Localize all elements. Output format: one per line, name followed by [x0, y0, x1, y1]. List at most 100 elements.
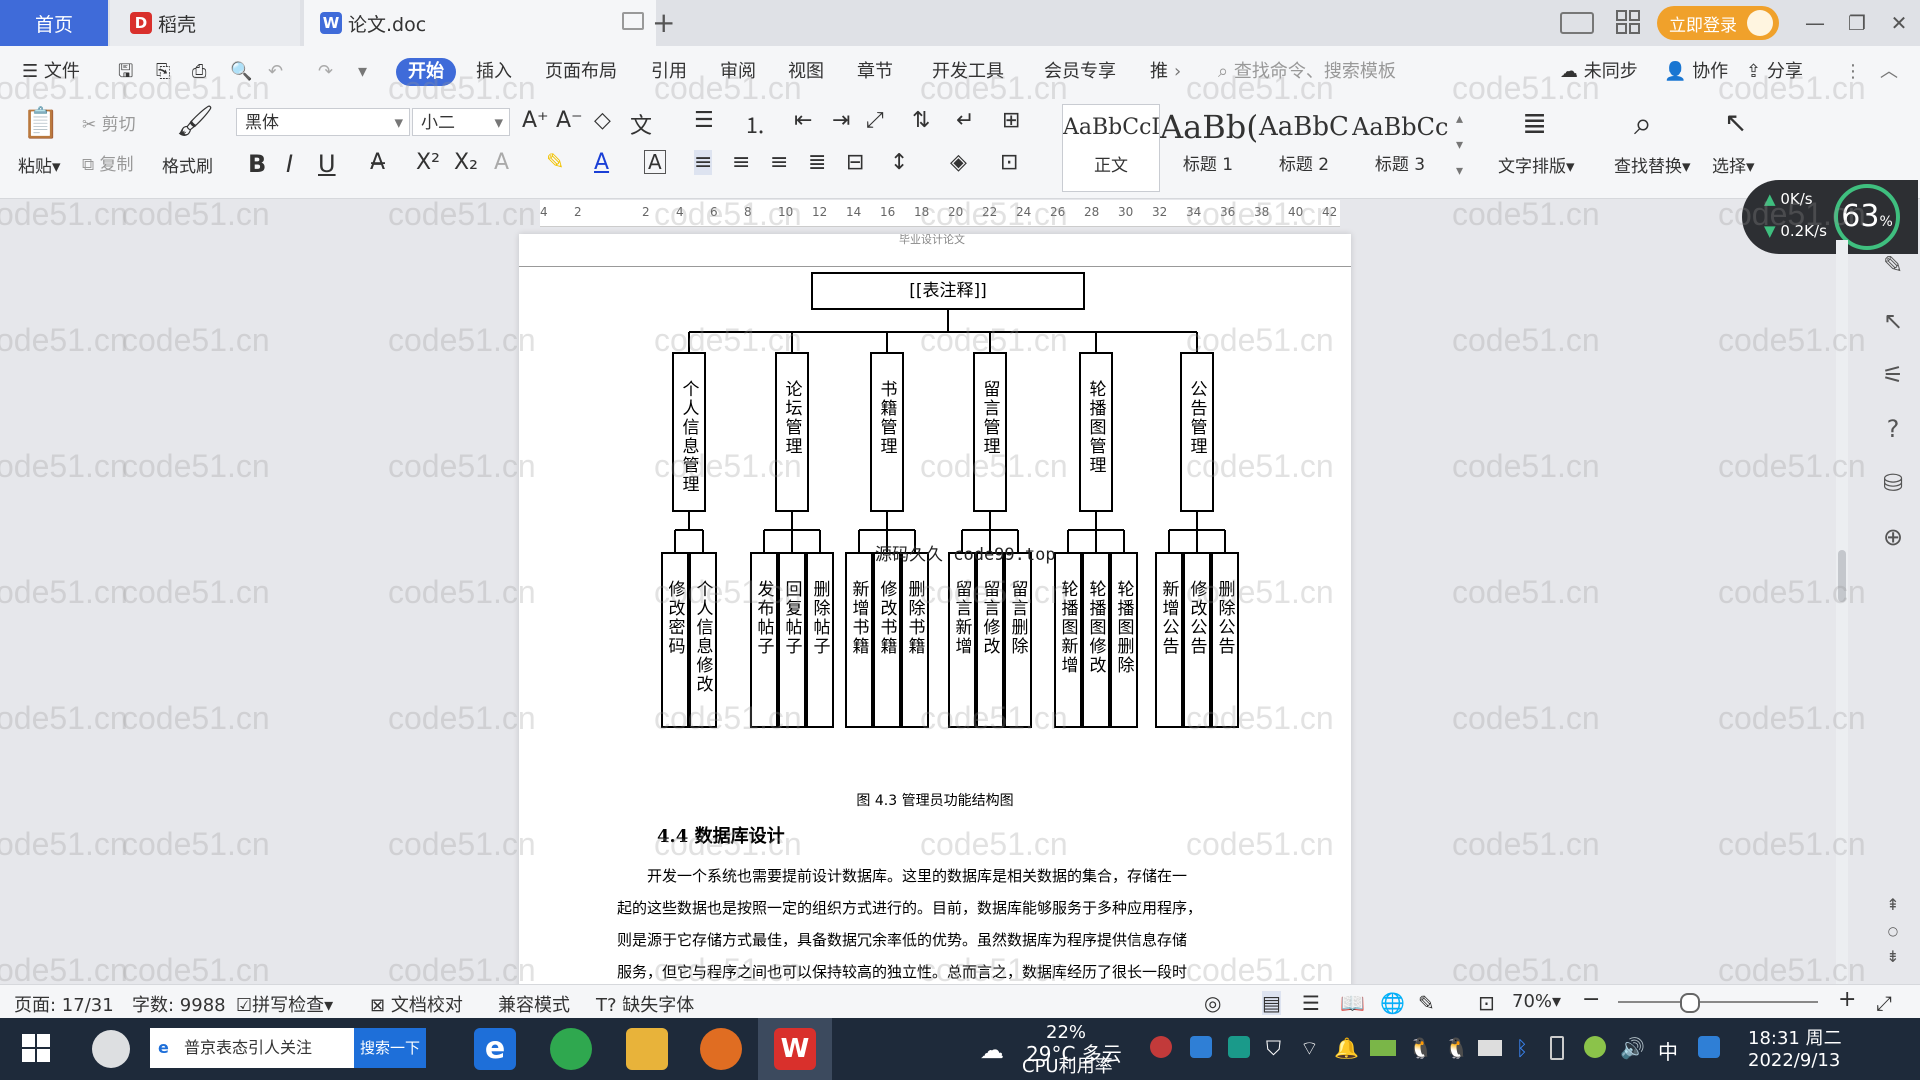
watermark-text: code51.cn — [122, 574, 270, 610]
watermark-text: code51.cn — [920, 196, 1068, 232]
watermark-text: code51.cn — [122, 196, 270, 232]
watermark-text: code51.cn — [920, 700, 1068, 736]
watermark-text: code51.cn — [388, 574, 536, 610]
watermark-text: code51.cn — [122, 700, 270, 736]
page-view-icon[interactable]: ▤ — [1262, 991, 1281, 1015]
clock-date[interactable]: 2022/9/13 — [1748, 1050, 1840, 1071]
watermark-text: code51.cn — [388, 70, 536, 106]
tray-app-icon-2[interactable] — [1190, 1036, 1212, 1058]
taskbar-search-button[interactable]: 搜索一下 — [354, 1028, 426, 1068]
windows-start-icon[interactable] — [22, 1034, 50, 1062]
watermark-text: code51.cn — [654, 196, 802, 232]
read-view-icon[interactable]: 📖 — [1340, 991, 1365, 1015]
windows-taskbar: e 普京表态引人关注 搜索一下 e W ☁ 29°C 多云 22% CPU利用率… — [0, 1018, 1920, 1080]
watermark-text: code51.cn — [1452, 700, 1600, 736]
watermark-text: code51.cn — [654, 700, 802, 736]
watermark-text: code51.cn — [0, 70, 128, 106]
watermark-text: code51.cn — [0, 322, 128, 358]
watermark-text: code51.cn — [920, 448, 1068, 484]
usb-drive-icon[interactable] — [1478, 1040, 1502, 1056]
spell-check-label: 拼写检查 — [252, 995, 325, 1016]
wifi-icon[interactable]: ⌔ — [1300, 1036, 1319, 1061]
watermark-text: code51.cn — [122, 70, 270, 106]
nvidia-icon[interactable] — [1370, 1040, 1396, 1056]
eye-protect-icon[interactable]: ◎ — [1204, 991, 1221, 1015]
watermark-text: code51.cn — [654, 322, 802, 358]
watermark-text: code51.cn — [654, 574, 802, 610]
watermark-layer: code51.cn code51.cn code51.cn code51.cn code… — [0, 0, 1920, 1018]
fit-page-icon[interactable]: ⊡ — [1478, 991, 1495, 1015]
watermark-text: code51.cn — [654, 70, 802, 106]
file-explorer-icon[interactable] — [626, 1028, 668, 1070]
tray-app-icon-1[interactable] — [1150, 1036, 1172, 1058]
word-count[interactable]: 字数: 9988 — [132, 991, 226, 1017]
watermark-text: code51.cn — [0, 826, 128, 862]
watermark-text: code51.cn — [1186, 322, 1334, 358]
missing-font-label: 缺失字体 — [622, 995, 695, 1016]
checkbox-icon: ☑ — [236, 995, 253, 1016]
spell-check-button[interactable]: ☑拼写检查▾ — [236, 991, 333, 1017]
taskbar-search-input[interactable]: e 普京表态引人关注 — [150, 1028, 354, 1068]
zoom-slider[interactable] — [1618, 993, 1818, 1013]
page-count[interactable]: 页面: 17/31 — [14, 991, 114, 1017]
ie-small-icon: e — [158, 1038, 169, 1057]
zoom-slider-thumb[interactable] — [1680, 993, 1700, 1013]
watermark-text: code51.cn — [122, 322, 270, 358]
tray-app-icon-4[interactable] — [1584, 1036, 1606, 1058]
wps-taskbar-item[interactable]: W — [758, 1018, 832, 1080]
ime-indicator[interactable]: 中 — [1658, 1036, 1678, 1065]
watermark-text: code51.cn — [388, 700, 536, 736]
watermark-text: code51.cn — [1718, 196, 1866, 232]
zoom-out-button[interactable]: − — [1582, 987, 1600, 1012]
proofread-icon: ⊠ — [370, 995, 386, 1016]
watermark-text: code51.cn — [1718, 448, 1866, 484]
watermark-text: code51.cn — [654, 826, 802, 862]
qq-icon-2[interactable]: 🐧 — [1444, 1036, 1469, 1060]
notification-bell-icon[interactable]: 🔔 — [1334, 1036, 1359, 1060]
watermark-text: code51.cn — [0, 574, 128, 610]
weather-cloud-icon[interactable]: ☁ — [980, 1036, 1004, 1064]
qq-icon[interactable]: 🐧 — [1408, 1036, 1433, 1060]
watermark-text: code51.cn — [1186, 196, 1334, 232]
assistant-icon[interactable] — [92, 1030, 130, 1068]
status-bar: 页面: 17/31 字数: 9988 ☑拼写检查▾ ⊠ 文档校对 兼容模式 T?… — [0, 984, 1920, 1019]
bluetooth-icon[interactable]: ᛒ — [1516, 1036, 1528, 1060]
tray-app-icon-5[interactable] — [1698, 1036, 1720, 1058]
watermark-text: code51.cn — [388, 196, 536, 232]
web-view-icon[interactable]: 🌐 — [1380, 991, 1405, 1015]
watermark-text: code51.cn — [654, 448, 802, 484]
watermark-text: code51.cn — [1718, 574, 1866, 610]
game-app-icon[interactable] — [700, 1028, 742, 1070]
volume-icon[interactable]: 🔊 — [1620, 1036, 1645, 1060]
watermark-text: code51.cn — [1452, 196, 1600, 232]
cpu-percent: 22% — [1046, 1022, 1087, 1043]
watermark-text: code51.cn — [0, 448, 128, 484]
tray-app-icon-3[interactable] — [1228, 1036, 1250, 1058]
watermark-text: code51.cn — [1452, 826, 1600, 862]
watermark-text: code51.cn — [1718, 826, 1866, 862]
battery-icon[interactable] — [1550, 1036, 1564, 1060]
fullscreen-icon[interactable]: ⤢ — [1876, 991, 1892, 1015]
proofread-button[interactable]: ⊠ 文档校对 — [370, 991, 463, 1017]
zoom-level[interactable]: 70%▾ — [1512, 991, 1561, 1012]
zoom-in-button[interactable]: + — [1838, 987, 1856, 1012]
watermark-text: code51.cn — [1718, 70, 1866, 106]
watermark-text: code51.cn — [920, 70, 1068, 106]
watermark-text: code51.cn — [0, 196, 128, 232]
watermark-text: code51.cn — [1186, 826, 1334, 862]
watermark-text: code51.cn — [1452, 322, 1600, 358]
watermark-text: code51.cn — [1718, 322, 1866, 358]
watermark-text: code51.cn — [920, 574, 1068, 610]
watermark-text: code51.cn — [388, 826, 536, 862]
write-mode-icon[interactable]: ✎ — [1418, 991, 1435, 1015]
ie-browser-icon[interactable]: e — [474, 1028, 516, 1070]
taskbar-search-text: 普京表态引人关注 — [184, 1038, 313, 1057]
watermark-text: code51.cn — [0, 700, 128, 736]
shield-icon[interactable]: ⛉ — [1266, 1036, 1281, 1060]
watermark-text: code51.cn — [388, 322, 536, 358]
clock-time[interactable]: 18:31 周二 — [1748, 1024, 1842, 1050]
outline-view-icon[interactable]: ☰ — [1302, 991, 1320, 1015]
browser-360-icon[interactable] — [550, 1028, 592, 1070]
watermark-text: code51.cn — [1186, 448, 1334, 484]
missing-font-button[interactable]: T? 缺失字体 — [596, 991, 694, 1017]
